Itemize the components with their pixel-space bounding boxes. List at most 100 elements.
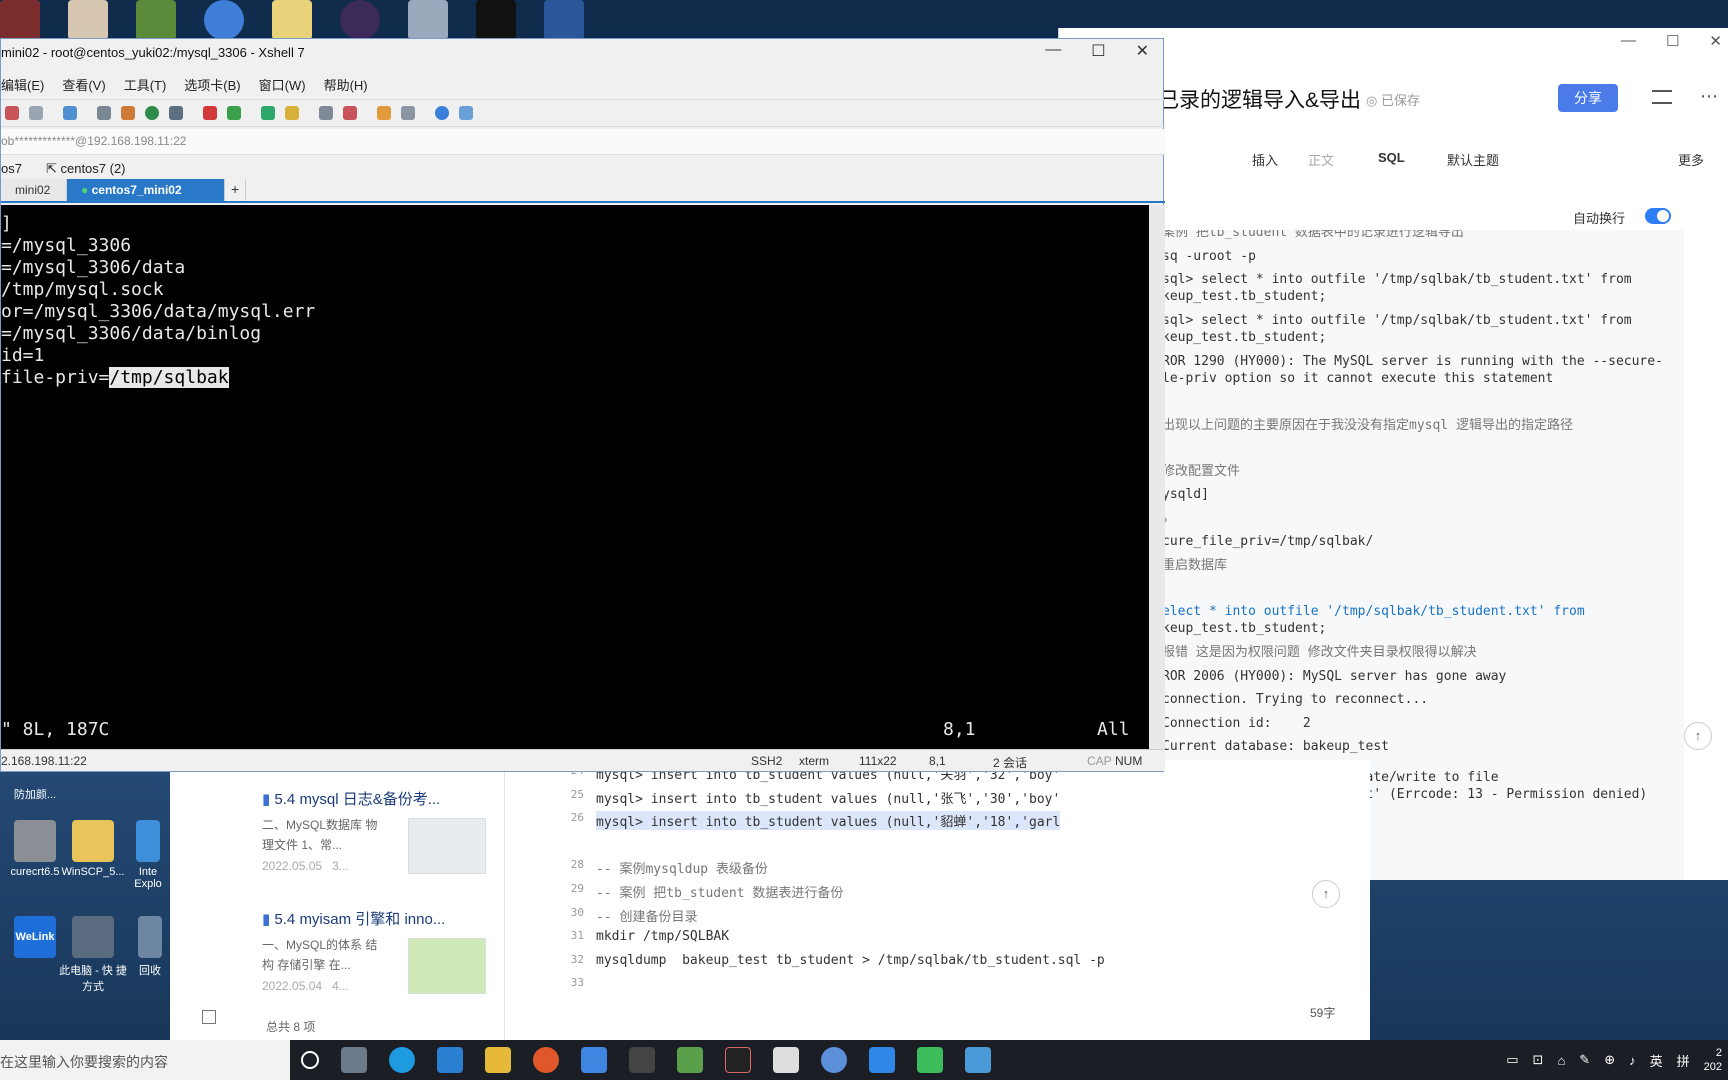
transfer-icon[interactable] [377,106,391,120]
maximize-icon[interactable]: ☐ [1666,32,1679,50]
tray-icon[interactable]: ⊡ [1533,1052,1544,1068]
toolbar-sql[interactable]: SQL [1378,150,1405,165]
font-icon[interactable] [169,106,183,120]
code-line: sql> select * into outfile '/tmp/sqlbak/… [1162,313,1632,328]
reconnect-icon[interactable] [29,106,43,120]
file-icon[interactable] [773,1047,799,1073]
input-language[interactable]: 英 [1650,1051,1663,1070]
app-icon[interactable] [725,1047,751,1073]
menu-help[interactable]: 帮助(H) [324,75,368,94]
app-icon[interactable] [581,1047,607,1073]
network-icon[interactable]: ⊕ [1604,1052,1615,1068]
app-icon-intellij[interactable] [476,0,516,40]
app-icon-eclipse[interactable] [340,0,380,40]
volume-icon[interactable]: ♪ [1629,1053,1636,1068]
tray-icon[interactable]: ▭ [1506,1052,1518,1068]
desktop-top-icons [0,0,592,40]
xftp-icon[interactable] [203,106,217,120]
address-bar[interactable]: ob*************@192.168.198.11:22 [1,129,1165,155]
pen-icon[interactable]: ✎ [1579,1052,1590,1068]
browser-code-block[interactable]: 24mysql> insert into tb_student values (… [562,764,1322,1014]
close-icon[interactable]: ✕ [1136,41,1149,61]
terminal-scrollbar[interactable] [1149,205,1165,749]
share-button[interactable]: 分享 [1558,84,1618,112]
line-number: 26 [570,811,584,825]
new-session-icon[interactable] [63,106,77,120]
mail-icon[interactable] [437,1047,463,1073]
input-method[interactable]: 拼 [1677,1051,1690,1070]
menu-tools[interactable]: 工具(T) [124,75,167,94]
copy-icon[interactable] [121,106,135,120]
clock[interactable]: 2 202 [1704,1046,1722,1074]
sidebar-toggle-icon[interactable] [202,1010,216,1024]
menu-tabs[interactable]: 选项卡(B) [184,75,240,94]
scroll-to-top-icon[interactable]: ↑ [1312,880,1340,908]
chat-icon[interactable] [459,106,473,120]
menu-view[interactable]: 查看(V) [62,75,105,94]
minimize-icon[interactable]: — [1045,41,1061,61]
edge-icon[interactable] [389,1047,415,1073]
xmanager-icon[interactable] [227,106,241,120]
app-icon-1[interactable] [0,0,40,40]
app-icon-blue-circle[interactable] [204,0,244,40]
session-link[interactable]: ⇱ centos7 (2) [46,161,126,177]
typora-icon[interactable] [629,1047,655,1073]
menu-window[interactable]: 窗口(W) [259,75,306,94]
session-link[interactable]: os7 [1,161,22,177]
disconnect-icon[interactable] [5,106,19,120]
scroll-to-top-icon[interactable]: ↑ [1684,722,1712,750]
toolbar-insert[interactable]: 插入 [1252,150,1278,169]
add-tab-button[interactable]: + [225,179,247,201]
app-icon[interactable] [869,1047,895,1073]
desktop-icon[interactable]: WinSCP_5... [58,820,128,878]
script-icon[interactable] [343,106,357,120]
app-icon-anime[interactable] [68,0,108,40]
globe-icon[interactable] [145,106,159,120]
chrome-icon[interactable] [821,1047,847,1073]
tab-centos7-mini02[interactable]: ● centos7_mini02 [67,179,225,201]
app-icon-folder[interactable] [272,0,312,40]
document-title[interactable]: 己录的逻辑导入&导出 [1158,84,1361,114]
session-bar: os7 ⇱ centos7 (2) [1,157,126,177]
tab-mini02[interactable]: mini02 [1,179,67,201]
layout-icon[interactable] [401,106,415,120]
tray-icon[interactable]: ⌂ [1557,1053,1565,1068]
code-text: mkdir /tmp/SQLBAK [596,929,730,945]
firefox-icon[interactable] [533,1047,559,1073]
outline-icon[interactable] [1652,90,1672,104]
taskbar-search-input[interactable]: 在这里输入你要搜索的内容 [0,1040,290,1080]
search-icon[interactable] [97,106,111,120]
session-icon: ⇱ [45,161,61,176]
task-view-icon[interactable] [301,1051,319,1069]
menu-edit[interactable]: 编辑(E) [1,75,44,94]
toolbar-theme[interactable]: 默认主题 [1447,150,1499,169]
app-icon-green[interactable] [136,0,176,40]
toolbar-more[interactable]: 更多 [1678,150,1704,169]
app-icon[interactable] [965,1047,991,1073]
widgets-icon[interactable] [341,1047,367,1073]
close-icon[interactable]: ✕ [1709,32,1722,50]
lock-icon[interactable] [285,106,299,120]
maximize-icon[interactable]: ☐ [1091,41,1105,61]
auto-wrap-toggle[interactable] [1645,208,1671,224]
list-item[interactable]: ▮ 5.4 myisam 引擎和 inno... 一、MySQL的体系 结构 存… [262,908,492,994]
article-count: 总共 8 项 [266,1020,316,1034]
desktop-icon[interactable]: Inte Explo [128,820,168,890]
list-item[interactable]: ▮ 5.4 mysql 日志&备份考... 二、MySQL数据库 物理文件 1、… [262,788,492,874]
desktop-icon[interactable]: 回收 [132,916,168,978]
auto-wrap-label: 自动换行 [1573,211,1626,226]
desktop-icon[interactable]: 防加颜... [0,772,70,802]
minimize-icon[interactable]: — [1621,32,1636,50]
desktop-icon[interactable]: 此电脑 - 快 捷方式 [58,916,128,994]
more-icon[interactable]: ⋯ [1700,86,1718,107]
toolbar-paragraph[interactable]: 正文 [1308,150,1334,169]
explorer-icon[interactable] [485,1047,511,1073]
app-icon-word[interactable] [544,0,584,40]
help-icon[interactable] [435,106,449,120]
app-icon-box[interactable] [408,0,448,40]
app-icon[interactable] [677,1047,703,1073]
keyboard-icon[interactable] [319,106,333,120]
wechat-icon[interactable] [917,1047,943,1073]
fullscreen-icon[interactable] [261,106,275,120]
terminal[interactable]: ] =/mysql_3306 =/mysql_3306/data /tmp/my… [1,205,1149,749]
